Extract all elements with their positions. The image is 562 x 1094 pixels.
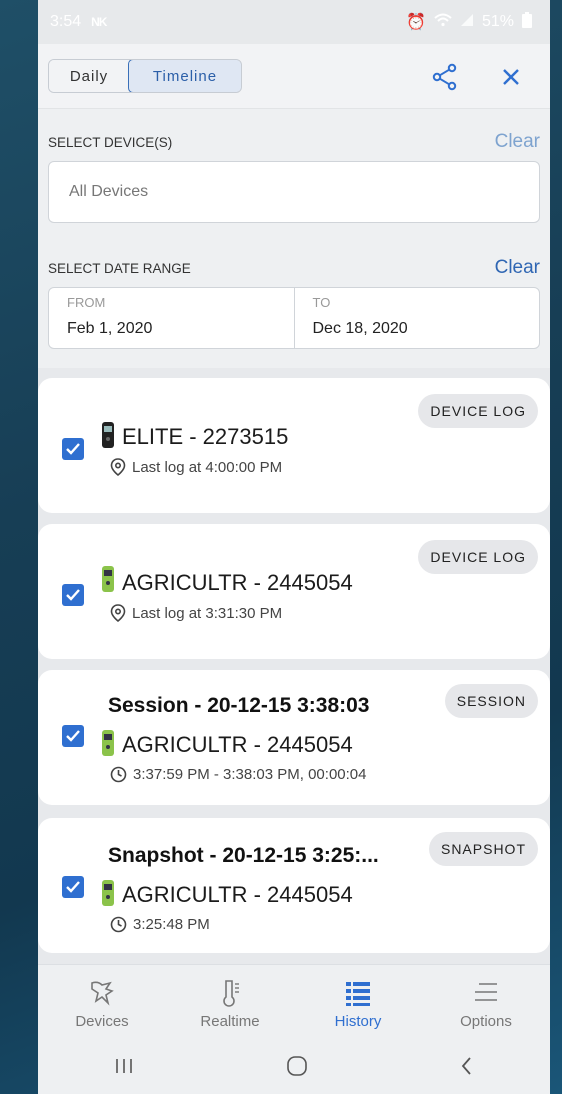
entry-subtitle-row: Last log at 3:31:30 PM bbox=[110, 604, 282, 622]
date-clear-button[interactable]: Clear bbox=[495, 257, 540, 279]
recents-icon bbox=[116, 1058, 132, 1073]
location-pin-icon bbox=[110, 604, 126, 622]
entry-title: Session - 20-12-15 3:38:03 bbox=[108, 694, 370, 717]
history-list: DEVICE LOG ELITE - 2273515 Last log at 4… bbox=[38, 368, 550, 964]
signal-icon bbox=[460, 13, 474, 32]
to-label: TO bbox=[312, 295, 331, 310]
check-icon bbox=[66, 730, 80, 742]
entry-subtitle: 3:25:48 PM bbox=[133, 916, 210, 933]
select-devices-label: SELECT DEVICE(S) bbox=[48, 134, 173, 150]
entry-subtitle: Last log at 3:31:30 PM bbox=[132, 604, 283, 622]
system-navigation-bar bbox=[38, 1042, 550, 1094]
list-item[interactable]: DEVICE LOG AGRICULTR - 2445054 Last log … bbox=[38, 524, 550, 659]
to-value: Dec 18, 2020 bbox=[312, 320, 408, 337]
entry-checkbox[interactable] bbox=[62, 725, 84, 747]
device-icon bbox=[102, 730, 114, 756]
list-item[interactable]: DEVICE LOG ELITE - 2273515 Last log at 4… bbox=[38, 378, 550, 513]
back-icon bbox=[461, 1056, 471, 1075]
device-name: AGRICULTR - 2445054 bbox=[122, 570, 353, 595]
top-bar: Daily Timeline bbox=[38, 44, 550, 109]
devices-placeholder: All Devices bbox=[69, 183, 149, 200]
home-icon bbox=[287, 1055, 307, 1076]
entry-type-badge: SNAPSHOT bbox=[428, 832, 538, 866]
carrier-label: NK bbox=[91, 15, 107, 29]
device-name: AGRICULTR - 2445054 bbox=[122, 882, 353, 907]
entry-type-badge: SESSION bbox=[444, 684, 538, 718]
nav-options[interactable]: Options bbox=[422, 965, 550, 1043]
nav-realtime-label: Realtime bbox=[200, 1013, 260, 1030]
list-item[interactable]: SNAPSHOT Snapshot - 20-12-15 3:25:... AG… bbox=[38, 818, 550, 953]
share-icon bbox=[432, 63, 457, 91]
entry-title: Snapshot - 20-12-15 3:25:... bbox=[108, 844, 379, 867]
bottom-navigation: Devices Realtime History Options bbox=[38, 964, 550, 1043]
date-range-picker: FROM Feb 1, 2020 TO Dec 18, 2020 bbox=[48, 287, 540, 349]
view-toggle: Daily Timeline bbox=[48, 59, 242, 93]
device-name: ELITE - 2273515 bbox=[122, 424, 289, 449]
battery-icon bbox=[522, 11, 532, 33]
devices-clear-button[interactable]: Clear bbox=[495, 131, 540, 153]
filters-panel: SELECT DEVICE(S) Clear All Devices SELEC… bbox=[38, 131, 550, 349]
entry-checkbox[interactable] bbox=[62, 438, 84, 460]
from-date-field[interactable]: FROM Feb 1, 2020 bbox=[49, 288, 294, 348]
devices-select[interactable]: All Devices bbox=[48, 161, 540, 223]
entry-subtitle: 3:37:59 PM - 3:38:03 PM, 00:00:04 bbox=[133, 766, 367, 783]
wifi-icon bbox=[434, 13, 452, 32]
nav-history-label: History bbox=[334, 1013, 382, 1030]
nav-options-label: Options bbox=[460, 1013, 512, 1030]
list-icon bbox=[346, 982, 370, 1006]
entry-type-badge: DEVICE LOG bbox=[418, 394, 538, 428]
alarm-icon: ⏰ bbox=[406, 14, 426, 31]
entry-subtitle-row: 3:25:48 PM bbox=[110, 916, 210, 933]
device-icon bbox=[102, 880, 114, 906]
from-label: FROM bbox=[67, 295, 106, 310]
close-icon bbox=[503, 69, 519, 85]
check-icon bbox=[66, 443, 80, 455]
clock-icon bbox=[110, 916, 127, 933]
entry-subtitle: Last log at 4:00:00 PM bbox=[132, 458, 283, 476]
entry-checkbox[interactable] bbox=[62, 584, 84, 606]
nav-history[interactable]: History bbox=[294, 965, 422, 1043]
select-date-range-label: SELECT DATE RANGE bbox=[48, 260, 191, 276]
clock-icon bbox=[110, 766, 127, 783]
tab-timeline[interactable]: Timeline bbox=[128, 60, 241, 92]
device-icon bbox=[102, 566, 114, 592]
home-button[interactable] bbox=[285, 1054, 309, 1083]
battery-text: 51% bbox=[481, 13, 514, 30]
status-bar: 3:54 NK ⏰ 51% bbox=[38, 0, 550, 44]
check-icon bbox=[66, 589, 80, 601]
recents-button[interactable] bbox=[113, 1057, 135, 1080]
nav-devices[interactable]: Devices bbox=[38, 965, 166, 1043]
entry-checkbox[interactable] bbox=[62, 876, 84, 898]
location-pin-icon bbox=[110, 458, 126, 476]
nav-realtime[interactable]: Realtime bbox=[166, 965, 294, 1043]
close-button[interactable] bbox=[494, 60, 528, 94]
device-icon bbox=[102, 422, 114, 448]
menu-lines-icon bbox=[475, 983, 497, 1001]
tab-daily[interactable]: Daily bbox=[49, 60, 129, 92]
device-name: AGRICULTR - 2445054 bbox=[122, 732, 353, 757]
entry-subtitle-row: 3:37:59 PM - 3:38:03 PM, 00:00:04 bbox=[110, 766, 366, 783]
nav-devices-label: Devices bbox=[75, 1013, 129, 1030]
status-time: 3:54 bbox=[50, 13, 82, 30]
from-value: Feb 1, 2020 bbox=[67, 320, 153, 337]
to-date-field[interactable]: TO Dec 18, 2020 bbox=[293, 288, 540, 348]
list-item[interactable]: SESSION Session - 20-12-15 3:38:03 AGRIC… bbox=[38, 670, 550, 805]
share-button[interactable] bbox=[428, 60, 462, 94]
entry-type-badge: DEVICE LOG bbox=[418, 540, 538, 574]
check-icon bbox=[66, 881, 80, 893]
wind-icon bbox=[91, 981, 114, 1006]
phone-screen: 3:54 NK ⏰ 51% Daily Timeline SELECT DEVI… bbox=[38, 0, 550, 1094]
entry-subtitle-row: Last log at 4:00:00 PM bbox=[110, 458, 282, 476]
thermometer-icon bbox=[223, 980, 239, 1007]
back-button[interactable] bbox=[459, 1055, 475, 1082]
